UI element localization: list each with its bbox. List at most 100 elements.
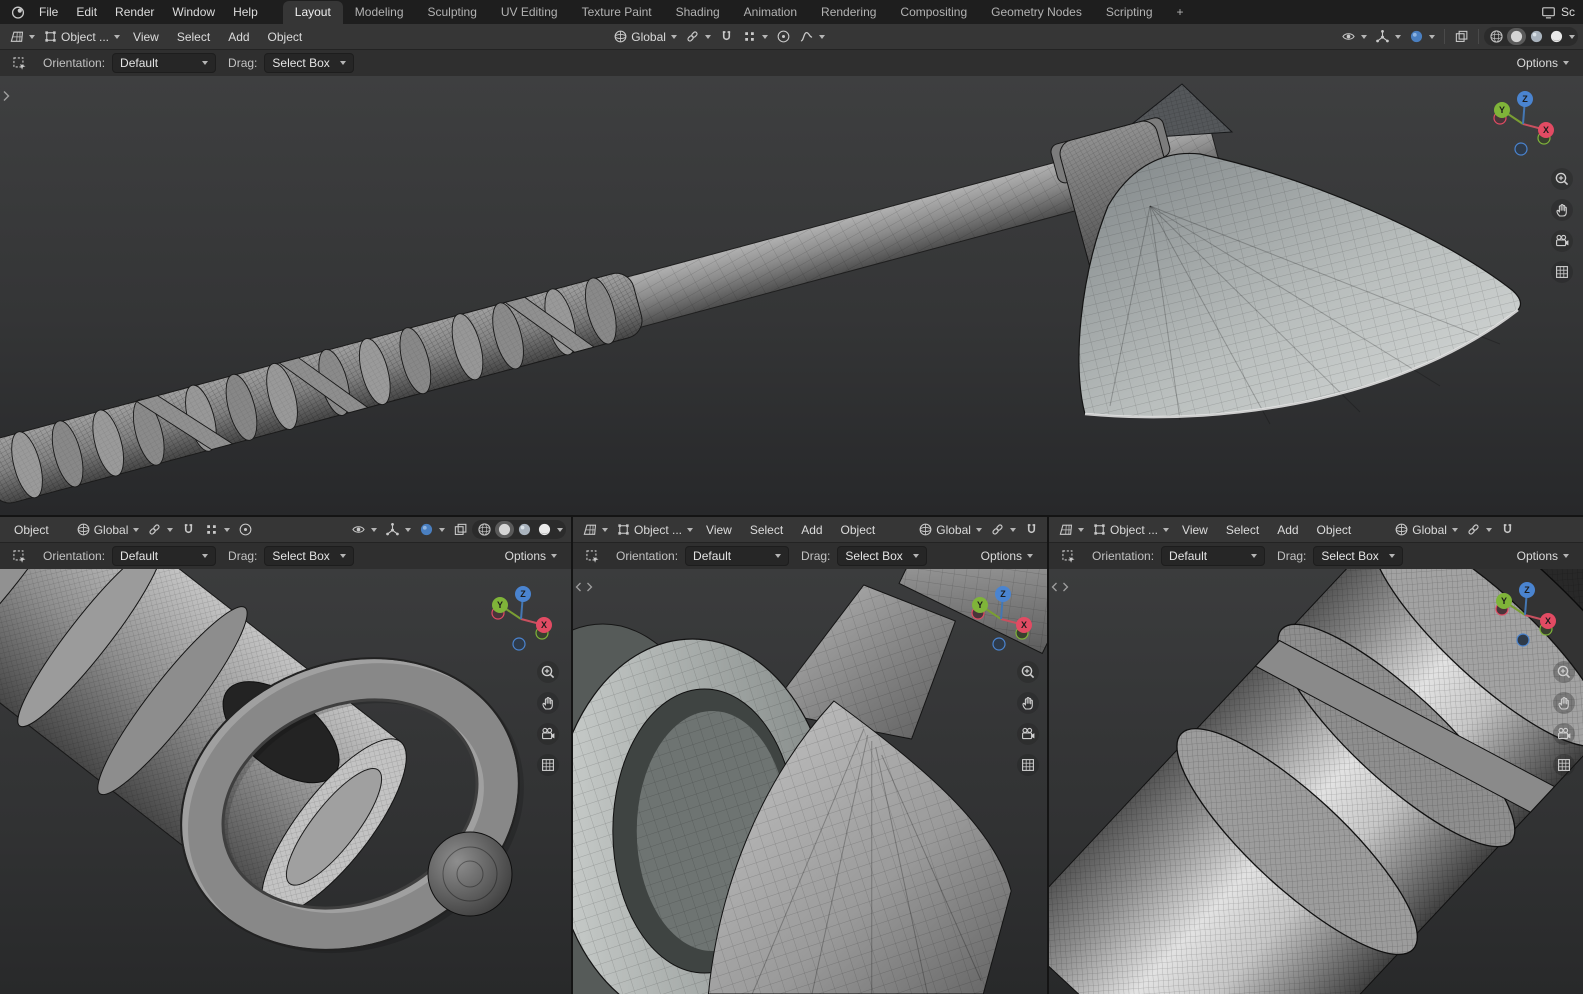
transform-orientation-dropdown[interactable]: Global — [1390, 520, 1462, 539]
tab-compositing[interactable]: Compositing — [888, 1, 979, 24]
active-tool-button[interactable] — [1057, 547, 1080, 566]
options-dropdown[interactable]: Options — [1511, 547, 1575, 565]
orientation-select[interactable]: Default — [112, 546, 217, 566]
menu-help[interactable]: Help — [224, 1, 267, 23]
ortho-toggle-button[interactable] — [1553, 754, 1575, 776]
snap-toggle[interactable] — [1496, 520, 1519, 539]
menu-window[interactable]: Window — [163, 1, 224, 23]
snap-toggle[interactable] — [1020, 520, 1043, 539]
menu-select[interactable]: Select — [741, 520, 792, 540]
active-tool-button[interactable] — [581, 547, 604, 566]
camera-view-button[interactable] — [1017, 723, 1039, 745]
navigation-gizmo[interactable]: X Y Z — [1489, 90, 1557, 158]
mode-selector[interactable]: Object ... — [39, 27, 124, 46]
snap-toggle[interactable] — [177, 520, 200, 539]
tab-uv-editing[interactable]: UV Editing — [489, 1, 570, 24]
options-dropdown[interactable]: Options — [499, 547, 563, 565]
menu-object[interactable]: Object — [1308, 520, 1361, 540]
tab-shading[interactable]: Shading — [664, 1, 732, 24]
tab-geometry-nodes[interactable]: Geometry Nodes — [979, 1, 1094, 24]
shading-solid-button[interactable] — [1507, 28, 1526, 45]
drag-select[interactable]: Select Box — [264, 53, 355, 73]
visibility-dropdown[interactable] — [1337, 27, 1371, 46]
sidebar-toggle-button[interactable] — [2, 90, 10, 105]
shading-wireframe-button[interactable] — [475, 521, 494, 538]
pivot-point-dropdown[interactable] — [143, 520, 177, 539]
main-3d-viewport[interactable]: X Y Z — [0, 76, 1583, 515]
drag-select[interactable]: Select Box — [264, 546, 355, 566]
menu-view[interactable]: View — [697, 520, 741, 540]
proportional-editing-toggle[interactable] — [772, 27, 795, 46]
bm-3d-viewport[interactable]: X Y Z — [573, 569, 1047, 994]
orientation-select[interactable]: Default — [112, 53, 217, 73]
area-split-arrows[interactable] — [575, 581, 593, 595]
menu-object[interactable]: Object — [832, 520, 885, 540]
menu-add[interactable]: Add — [792, 520, 831, 540]
options-dropdown[interactable]: Options — [975, 547, 1039, 565]
menu-object[interactable]: Object — [5, 520, 58, 540]
editor-type-button[interactable] — [578, 520, 612, 539]
orientation-select[interactable]: Default — [1161, 546, 1266, 566]
navigation-gizmo[interactable]: X Y Z — [1491, 581, 1559, 649]
menu-view[interactable]: View — [124, 27, 168, 47]
app-menu-button[interactable] — [6, 4, 30, 20]
menu-select[interactable]: Select — [1217, 520, 1268, 540]
shading-rendered-button[interactable] — [1547, 28, 1566, 45]
tab-texture-paint[interactable]: Texture Paint — [570, 1, 664, 24]
tab-add-workspace[interactable]: + — [1165, 1, 1196, 24]
br-3d-viewport[interactable]: X Y Z — [1049, 569, 1583, 994]
camera-view-button[interactable] — [1551, 230, 1573, 252]
shading-solid-button[interactable] — [495, 521, 514, 538]
pan-button[interactable] — [1017, 692, 1039, 714]
transform-orientation-dropdown[interactable]: Global — [72, 520, 144, 539]
mode-selector[interactable]: Object ... — [612, 520, 697, 539]
drag-select[interactable]: Select Box — [837, 546, 928, 566]
xray-toggle[interactable] — [449, 520, 472, 539]
snap-settings-dropdown[interactable] — [738, 27, 772, 46]
ortho-toggle-button[interactable] — [537, 754, 559, 776]
editor-type-button[interactable] — [1054, 520, 1088, 539]
orientation-select[interactable]: Default — [685, 546, 790, 566]
area-split-arrows[interactable] — [1051, 581, 1069, 595]
zoom-button[interactable] — [1551, 168, 1573, 190]
ortho-toggle-button[interactable] — [1017, 754, 1039, 776]
overlays-dropdown[interactable] — [415, 520, 449, 539]
tab-animation[interactable]: Animation — [732, 1, 809, 24]
ortho-toggle-button[interactable] — [1551, 261, 1573, 283]
zoom-button[interactable] — [1017, 661, 1039, 683]
tab-modeling[interactable]: Modeling — [343, 1, 416, 24]
active-tool-button[interactable] — [8, 54, 31, 73]
menu-select[interactable]: Select — [168, 27, 219, 47]
xray-toggle[interactable] — [1450, 27, 1473, 46]
tab-rendering[interactable]: Rendering — [809, 1, 888, 24]
pan-button[interactable] — [537, 692, 559, 714]
pivot-point-dropdown[interactable] — [681, 27, 715, 46]
shading-rendered-button[interactable] — [535, 521, 554, 538]
menu-add[interactable]: Add — [219, 27, 258, 47]
zoom-button[interactable] — [1553, 661, 1575, 683]
bl-3d-viewport[interactable]: X Y Z — [0, 569, 571, 994]
show-gizmo-dropdown[interactable] — [1371, 27, 1405, 46]
pivot-point-dropdown[interactable] — [1462, 520, 1496, 539]
shading-wireframe-button[interactable] — [1487, 28, 1506, 45]
shading-material-button[interactable] — [515, 521, 534, 538]
editor-type-button[interactable] — [5, 27, 39, 46]
snap-settings-dropdown[interactable] — [200, 520, 234, 539]
menu-edit[interactable]: Edit — [67, 1, 106, 23]
proportional-editing-toggle[interactable] — [234, 520, 257, 539]
pan-button[interactable] — [1551, 199, 1573, 221]
menu-add[interactable]: Add — [1268, 520, 1307, 540]
navigation-gizmo[interactable]: X Y Z — [487, 585, 555, 653]
menu-file[interactable]: File — [30, 1, 67, 23]
camera-view-button[interactable] — [1553, 723, 1575, 745]
transform-orientation-dropdown[interactable]: Global — [609, 27, 681, 46]
menu-object[interactable]: Object — [259, 27, 312, 47]
drag-select[interactable]: Select Box — [1313, 546, 1404, 566]
zoom-button[interactable] — [537, 661, 559, 683]
shading-material-button[interactable] — [1527, 28, 1546, 45]
camera-view-button[interactable] — [537, 723, 559, 745]
menu-view[interactable]: View — [1173, 520, 1217, 540]
proportional-falloff-dropdown[interactable] — [795, 27, 829, 46]
mode-selector[interactable]: Object ... — [1088, 520, 1173, 539]
visibility-dropdown[interactable] — [347, 520, 381, 539]
